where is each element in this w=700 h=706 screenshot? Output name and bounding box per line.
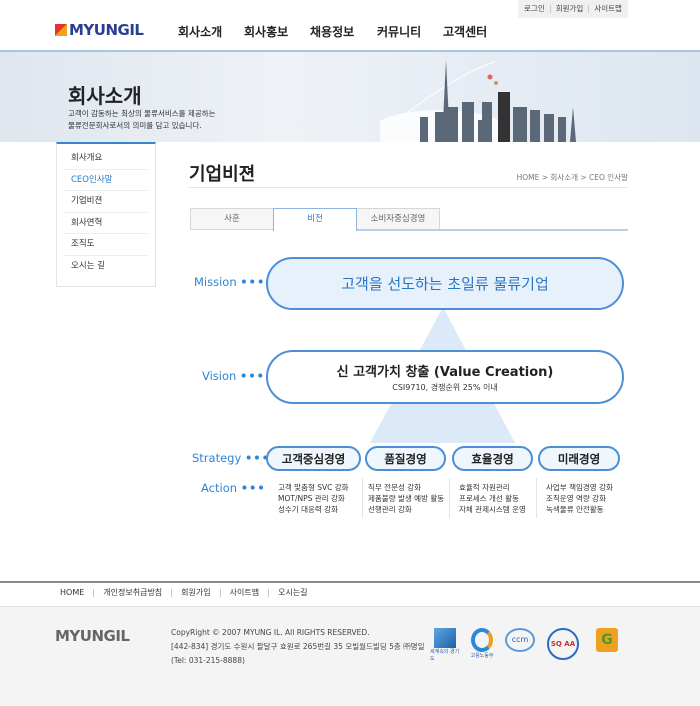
footer-divider [0, 581, 700, 583]
footer-signup-link[interactable]: 회원가입 [171, 589, 219, 597]
tab-consumer-centered[interactable]: 소비자중심경영 [356, 208, 440, 230]
sidebar: 회사개요 CEO인사말 기업비젼 회사연혁 조직도 오시는 길 [56, 142, 156, 287]
vision-oval: 신 고객가치 창출 (Value Creation) CSI9710, 경쟁순위 … [266, 350, 624, 404]
nav-recruit[interactable]: 채용정보 [310, 23, 354, 40]
footer-logo: MYUNGIL [55, 627, 130, 645]
strategy-pill: 미래경영 [538, 446, 620, 471]
sidebar-item-vision[interactable]: 기업비젼 [64, 191, 148, 213]
nav-company[interactable]: 회사소개 [178, 23, 222, 40]
sidebar-item-organization[interactable]: 조직도 [64, 234, 148, 256]
footer-privacy-link[interactable]: 개인정보취급방침 [93, 589, 171, 597]
vision-label: Vision ••• [202, 369, 266, 383]
ccm-badge-icon: ccm [505, 628, 535, 662]
action-list: 직무 전문성 강화 제품불량 발생 예방 활동 선행관리 강화 [368, 483, 445, 514]
nav-pr[interactable]: 회사홍보 [244, 23, 288, 40]
city-skyline-image [380, 60, 576, 142]
tab-underline [356, 229, 628, 231]
action-list: 사업부 책임경영 강화 조직운영 역량 강화 녹색물류 안전활동 [546, 483, 613, 514]
banner-subtitle: 고객이 감동하는 최상의 물류서비스를 제공하는 물류전문회사로서의 의미를 담고… [68, 109, 216, 130]
nav-support[interactable]: 고객센터 [443, 23, 487, 40]
footer-info: CopyRight © 2007 MYUNG IL. All RIGHTS RE… [171, 628, 425, 665]
breadcrumb: HOME > 회사소개 > CEO 인사말 [516, 173, 628, 182]
green-badge-icon: G [592, 628, 622, 662]
action-label: Action ••• [201, 481, 266, 495]
column-divider [449, 478, 450, 518]
sidebar-item-overview[interactable]: 회사개요 [64, 148, 148, 170]
tab-vision[interactable]: 비전 [273, 208, 357, 231]
column-divider [362, 478, 363, 518]
strategy-label: Strategy ••• [192, 451, 270, 465]
sidebar-item-directions[interactable]: 오시는 길 [64, 256, 148, 278]
title-divider [189, 187, 628, 188]
footer-sitemap-link[interactable]: 사이트맵 [219, 589, 268, 597]
page-title: 기업비젼 [189, 164, 256, 185]
login-link[interactable]: 로그인 [519, 5, 550, 13]
sitemap-link[interactable]: 사이트맵 [588, 5, 627, 13]
sidebar-item-history[interactable]: 회사연혁 [64, 213, 148, 234]
logo[interactable]: MYUNGIL [55, 21, 144, 39]
mission-label: Mission ••• [194, 275, 266, 289]
sidebar-item-ceo[interactable]: CEO인사말 [64, 170, 148, 191]
action-list: 효율적 자원관리 프로세스 개선 활동 자체 관제시스템 운영 [459, 483, 526, 514]
banner-title: 회사소개 [68, 84, 142, 108]
gyeonggi-badge-icon: 세계속의 경기도 [430, 628, 460, 662]
column-divider [536, 478, 537, 518]
logo-mark-icon [55, 24, 67, 36]
strategy-pill: 효율경영 [452, 446, 533, 471]
action-list: 고객 맞춤형 SVC 강화 MOT/NPS 관리 강화 성수기 대응력 강화 [278, 483, 349, 514]
footer-directions-link[interactable]: 오시는길 [268, 589, 316, 597]
footer-home-link[interactable]: HOME [60, 589, 93, 597]
nav-community[interactable]: 커뮤니티 [377, 23, 421, 40]
tab-motto[interactable]: 사훈 [190, 208, 274, 230]
sq-badge-icon: SQ AA [547, 628, 579, 662]
utility-links: 로그인 회원가입 사이트맵 [518, 0, 628, 18]
signup-link[interactable]: 회원가입 [549, 5, 589, 13]
strategy-pill: 품질경영 [365, 446, 446, 471]
strategy-pill: 고객중심경영 [266, 446, 361, 471]
labor-ministry-badge-icon: 고용노동부 [467, 628, 497, 662]
footer-links: HOME 개인정보취급방침 회원가입 사이트맵 오시는길 [60, 589, 317, 597]
mission-oval: 고객을 선도하는 초일류 물류기업 [266, 257, 624, 310]
